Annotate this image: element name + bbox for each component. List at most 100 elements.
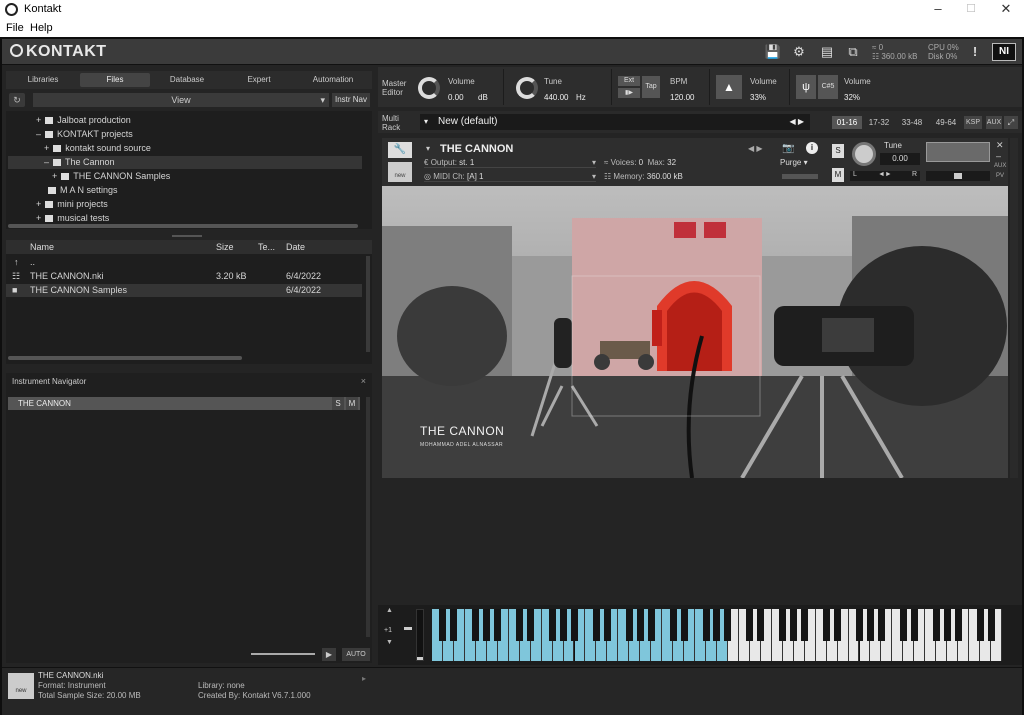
splitter-handle[interactable] — [172, 235, 202, 237]
piano-black-key[interactable] — [636, 609, 644, 641]
tree-scrollbar[interactable] — [8, 224, 358, 228]
piano-black-key[interactable] — [954, 609, 962, 641]
purge-dropdown[interactable]: Purge ▾ — [780, 158, 808, 167]
octave-down-icon[interactable]: ▼ — [386, 639, 393, 646]
rack-page-49-64[interactable]: 49-64 — [930, 116, 962, 129]
instrument-solo-button[interactable]: S — [832, 144, 844, 158]
piano-black-key[interactable] — [877, 609, 885, 641]
piano-black-key[interactable] — [932, 609, 940, 641]
table-row[interactable]: ☷ THE CANNON.nki 3.20 kB 6/4/2022 — [6, 270, 362, 283]
octave-up-icon[interactable]: ▲ — [386, 607, 393, 614]
rack-name-field[interactable]: ▾ New (default) ◀ ▶ — [420, 114, 810, 130]
piano-black-key[interactable] — [570, 609, 578, 641]
piano-black-key[interactable] — [680, 609, 688, 641]
wrench-icon[interactable]: 🔧 — [388, 142, 412, 158]
navigator-item[interactable]: THE CANNON — [8, 397, 360, 410]
col-type[interactable]: Te... — [258, 242, 275, 252]
instrument-tune-value[interactable]: 0.00 — [880, 153, 920, 165]
volume-slider[interactable] — [926, 171, 990, 181]
rack-page-17-32[interactable]: 17-32 — [864, 116, 894, 129]
bpm-value[interactable]: 120.00 — [670, 93, 694, 102]
chevron-down-icon[interactable]: ▾ — [426, 144, 430, 153]
piano-black-key[interactable] — [450, 609, 458, 641]
piano-black-key[interactable] — [943, 609, 951, 641]
output-field[interactable]: € Output: st. 1 ▾ — [424, 158, 596, 168]
midi-channel-field[interactable]: ◎ MIDI Ch: [A] 1 ▾ — [424, 172, 596, 182]
tap-button[interactable]: Tap — [642, 76, 660, 98]
piano-black-key[interactable] — [647, 609, 655, 641]
gear-icon[interactable]: ⚙ — [788, 42, 810, 62]
piano-black-key[interactable] — [790, 609, 798, 641]
master-volume-knob[interactable] — [418, 77, 440, 99]
reference-volume-value[interactable]: 32% — [844, 93, 860, 102]
minimize-view-icon[interactable]: ⧉ — [842, 42, 864, 62]
instrument-mute-button[interactable]: M — [832, 168, 844, 182]
volume-slider-handle[interactable] — [954, 173, 962, 179]
close-instrument-icon[interactable]: ✕ — [996, 140, 1004, 151]
maximize-button[interactable]: ☐ — [955, 1, 987, 17]
tree-item-mini-projects[interactable]: + mini projects — [36, 198, 108, 211]
piano-black-key[interactable] — [724, 609, 732, 641]
piano-black-key[interactable] — [516, 609, 524, 641]
ni-logo[interactable]: NI — [992, 43, 1016, 61]
piano-black-key[interactable] — [702, 609, 710, 641]
piano-black-key[interactable] — [910, 609, 918, 641]
expand-arrow-icon[interactable]: ▸ — [362, 674, 366, 683]
tab-database[interactable]: Database — [152, 73, 222, 87]
piano-black-key[interactable] — [669, 609, 677, 641]
minimize-instrument-icon[interactable]: – — [996, 151, 1001, 161]
tune-value[interactable]: 440.00 — [544, 93, 568, 102]
minimize-button[interactable]: – — [922, 1, 954, 17]
tree-item-the-cannon[interactable]: – The Cannon — [8, 156, 362, 169]
piano-black-key[interactable] — [801, 609, 809, 641]
layout-icon[interactable]: ▤ — [816, 42, 838, 62]
pitch-wheel[interactable] — [404, 627, 412, 630]
ref-key-button[interactable]: C#5 — [818, 75, 838, 99]
menu-file[interactable]: File — [6, 22, 24, 34]
piano-black-key[interactable] — [549, 609, 557, 641]
metronome-icon[interactable]: ▲ — [716, 75, 742, 99]
tab-libraries[interactable]: Libraries — [8, 73, 78, 87]
rack-scrollbar[interactable] — [1010, 138, 1018, 478]
piano-black-key[interactable] — [625, 609, 633, 641]
collapse-icon[interactable]: ⤢ — [1004, 116, 1018, 129]
piano-black-key[interactable] — [823, 609, 831, 641]
tree-item-jalboat[interactable]: + Jalboat production — [36, 114, 131, 127]
table-row[interactable]: ↑ .. — [6, 256, 362, 269]
tuning-fork-icon[interactable]: ψ — [796, 75, 816, 99]
piano-black-key[interactable] — [472, 609, 480, 641]
play-icon[interactable]: ▶ — [322, 648, 336, 661]
piano-black-key[interactable] — [592, 609, 600, 641]
piano-black-key[interactable] — [757, 609, 765, 641]
tab-files[interactable]: Files — [80, 73, 150, 87]
transport-icon[interactable]: ▮▶ — [618, 88, 640, 98]
file-vscrollbar[interactable] — [366, 256, 370, 352]
instrument-nav-arrows-icon[interactable]: ◀ ▶ — [748, 144, 763, 153]
piano-black-key[interactable] — [779, 609, 787, 641]
instrument-name[interactable]: THE CANNON — [440, 143, 513, 155]
metronome-volume-value[interactable]: 33% — [750, 93, 766, 102]
navigator-scrollbar[interactable] — [366, 397, 370, 637]
instrument-tune-knob[interactable] — [852, 142, 876, 166]
piano-black-key[interactable] — [987, 609, 995, 641]
mod-wheel[interactable] — [416, 609, 424, 661]
piano-black-key[interactable] — [899, 609, 907, 641]
navigator-zoom-slider[interactable] — [251, 653, 315, 655]
volume-value[interactable]: 0.00 — [448, 93, 464, 102]
tree-item-man-settings[interactable]: M A N settings — [44, 184, 118, 197]
piano-black-key[interactable] — [603, 609, 611, 641]
piano-black-key[interactable] — [483, 609, 491, 641]
piano-black-key[interactable] — [866, 609, 874, 641]
pan-slider[interactable]: L ◄► R — [850, 171, 920, 181]
ksp-button[interactable]: KSP — [964, 116, 982, 129]
piano-keyboard[interactable] — [432, 609, 1002, 661]
auto-button[interactable]: AUTO — [342, 648, 370, 661]
piano-black-key[interactable] — [439, 609, 447, 641]
tree-item-kontakt-sound-source[interactable]: + kontakt sound source — [44, 142, 151, 155]
master-tune-knob[interactable] — [516, 77, 538, 99]
navigator-solo-button[interactable]: S — [332, 397, 344, 410]
piano-black-key[interactable] — [494, 609, 502, 641]
save-icon[interactable]: 💾 — [762, 42, 784, 62]
menu-help[interactable]: Help — [30, 22, 53, 34]
refresh-icon[interactable]: ↻ — [9, 93, 25, 107]
